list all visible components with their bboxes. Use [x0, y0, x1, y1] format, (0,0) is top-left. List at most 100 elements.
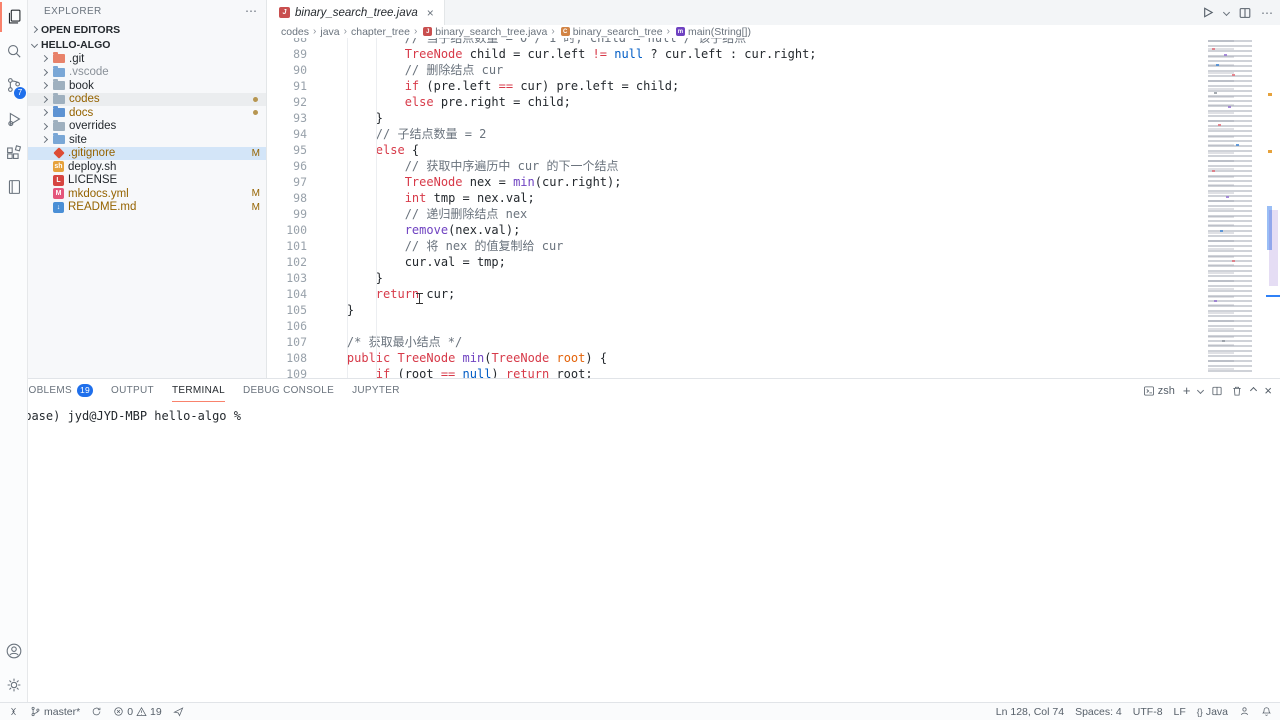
panel-tab-jupyter[interactable]: JUPYTER [352, 379, 400, 402]
line-number: 101 [267, 238, 307, 254]
code-text: public TreeNode min(TreeNode root) { [307, 350, 607, 366]
git-file-icon [53, 148, 64, 159]
code-line-96: 96 // 获取中序遍历中 cur 的下一个结点 [267, 158, 1190, 174]
status-person[interactable] [1239, 706, 1250, 717]
run-button[interactable] [1200, 5, 1215, 20]
status-bell[interactable] [1261, 706, 1272, 717]
kill-terminal-icon[interactable] [1231, 385, 1243, 397]
activity-item-source-control[interactable]: 7 [0, 68, 28, 102]
breadcrumb-main-string-[interactable]: mmain(String[]) [674, 26, 751, 38]
run-dropdown-icon[interactable] [1223, 9, 1230, 16]
status-label: Java [1206, 706, 1228, 718]
open-editors-section[interactable]: OPEN EDITORS [28, 22, 266, 37]
status-remote[interactable] [8, 706, 19, 717]
status-utf-8[interactable]: UTF-8 [1133, 706, 1163, 718]
editor-more-icon[interactable]: ⋯ [1261, 6, 1274, 20]
activity-item-settings[interactable] [0, 668, 28, 702]
file-label: LICENSE [68, 174, 117, 186]
explorer-item-book[interactable]: book [28, 79, 266, 93]
terminal-content[interactable]: (base) jyd@JYD-MBP hello-algo % [0, 409, 1280, 720]
chevron-right-icon [41, 82, 48, 89]
status-sync[interactable] [91, 706, 102, 717]
breadcrumb-label: codes [281, 26, 309, 38]
close-panel-icon[interactable]: × [1264, 383, 1272, 398]
explorer-item-readme-md[interactable]: ↓README.mdM [28, 201, 266, 215]
status-branch[interactable]: master* [30, 706, 80, 718]
explorer-item-site[interactable]: site [28, 133, 266, 147]
scrollbar-thumb[interactable] [1269, 210, 1278, 286]
line-number: 98 [267, 190, 307, 206]
explorer-item-license[interactable]: LLICENSE [28, 174, 266, 188]
new-terminal-icon[interactable]: + [1183, 383, 1191, 398]
explorer-item-docs[interactable]: docs [28, 106, 266, 120]
code-text: // 获取中序遍历中 cur 的下一个结点 [307, 158, 619, 174]
tab-binary-search-tree[interactable]: J binary_search_tree.java × [267, 0, 445, 25]
explorer-item--vscode[interactable]: .vscode [28, 66, 266, 80]
line-number: 104 [267, 286, 307, 302]
code-lines: 88 // 当子结点数量 = 0 / 1 时, child = null / 该… [267, 38, 1190, 382]
code-line-100: 100 remove(nex.val); [267, 222, 1190, 238]
activity-item-notebook[interactable] [0, 170, 28, 204]
method-icon: m [676, 27, 685, 36]
status-spaces-4[interactable]: Spaces: 4 [1075, 706, 1122, 718]
status-lf[interactable]: LF [1174, 706, 1186, 718]
terminal-dropdown-icon[interactable] [1197, 387, 1204, 394]
line-number: 108 [267, 350, 307, 366]
explorer-item-deploy-sh[interactable]: shdeploy.sh [28, 160, 266, 174]
code-line-88: 88 // 当子结点数量 = 0 / 1 时, child = null / 该… [267, 38, 1190, 46]
panel-tab-terminal[interactable]: TERMINAL [172, 379, 225, 402]
status-problems[interactable]: 019 [113, 706, 162, 718]
split-editor-icon[interactable] [1238, 6, 1252, 20]
activity-item-run-debug[interactable] [0, 102, 28, 136]
explorer-item--gitignore[interactable]: .gitignoreM [28, 147, 266, 161]
panel-tab-debug-console[interactable]: DEBUG CONSOLE [243, 379, 334, 402]
breadcrumb-codes[interactable]: codes [281, 26, 309, 38]
activity-item-extensions[interactable] [0, 136, 28, 170]
git-modified-badge: M [252, 202, 260, 213]
activity-item-account[interactable] [0, 634, 28, 668]
braces-icon: {} [1197, 707, 1203, 717]
panel-tab-output[interactable]: OUTPUT [111, 379, 154, 402]
code-line-104: 104 return cur; [267, 286, 1190, 302]
breadcrumb-separator-icon: › [414, 26, 417, 37]
line-number: 94 [267, 126, 307, 142]
remote-icon [8, 706, 19, 717]
explorer-more-icon[interactable]: ⋯ [245, 4, 258, 18]
open-editors-label: OPEN EDITORS [41, 24, 120, 36]
workspace-root-section[interactable]: HELLO-ALGO [28, 37, 266, 52]
explorer-item-codes[interactable]: codes [28, 93, 266, 107]
status-launch[interactable] [173, 706, 184, 717]
maximize-panel-icon[interactable] [1250, 387, 1257, 394]
code-text: return cur; [307, 286, 455, 302]
breadcrumb-java[interactable]: java [320, 26, 339, 38]
scm-badge: 7 [14, 87, 26, 99]
code-text: // 当子结点数量 = 0 / 1 时, child = null / 该子结点 [307, 38, 746, 46]
status-label: UTF-8 [1133, 706, 1163, 718]
explorer-item-overrides[interactable]: overrides [28, 120, 266, 134]
activity-item-search[interactable] [0, 34, 28, 68]
folder-icon [53, 122, 65, 131]
file-label: README.md [68, 201, 136, 213]
file-label: docs [69, 107, 93, 119]
split-terminal-icon[interactable] [1211, 385, 1223, 397]
status-braces[interactable]: {}Java [1197, 706, 1228, 718]
code-line-95: 95 else { [267, 142, 1190, 158]
explorer-item-mkdocs-yml[interactable]: Mmkdocs.ymlM [28, 187, 266, 201]
close-tab-icon[interactable]: × [427, 6, 434, 20]
breadcrumb-label: java [320, 26, 339, 38]
workspace-root-label: HELLO-ALGO [41, 39, 110, 51]
panel-tab-label: TERMINAL [172, 379, 225, 402]
chevron-right-icon [41, 96, 48, 103]
status-ln-128-col-74[interactable]: Ln 128, Col 74 [996, 706, 1064, 718]
code-text: TreeNode child = cur.left != null ? cur.… [307, 46, 817, 62]
explorer-item--git[interactable]: .git [28, 52, 266, 66]
code-text: } [307, 270, 383, 286]
activity-bar: 7 [0, 0, 28, 702]
breadcrumb-chapter-tree[interactable]: chapter_tree [351, 26, 410, 38]
panel-tab-label: JUPYTER [352, 379, 400, 402]
activity-item-explorer[interactable] [0, 0, 28, 34]
chevron-placeholder [42, 164, 47, 169]
breadcrumb-binary-search-tree[interactable]: Cbinary_search_tree [559, 26, 663, 38]
breadcrumb-binary-search-tree-java[interactable]: Jbinary_search_tree.java [421, 26, 547, 38]
terminal-picker[interactable]: zsh [1143, 385, 1175, 397]
